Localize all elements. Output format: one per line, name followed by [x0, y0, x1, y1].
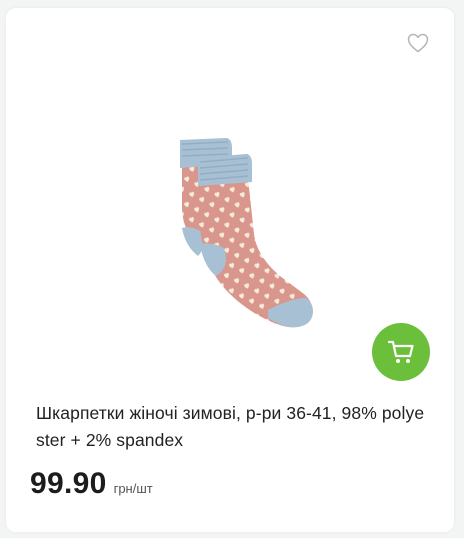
favorite-button[interactable]: [406, 32, 430, 54]
heart-outline-icon: [407, 33, 429, 53]
shopping-cart-icon: [387, 340, 414, 363]
product-card[interactable]: Шкарпетки жіночі зимові, р-ри 36-41, 98%…: [6, 8, 454, 532]
socks-image: [180, 138, 314, 328]
price-block: 99.90 грн/шт: [30, 467, 153, 501]
product-price: 99.90: [30, 467, 107, 500]
price-unit: грн/шт: [113, 481, 153, 496]
product-image[interactable]: [156, 126, 326, 346]
add-to-cart-button[interactable]: [372, 323, 430, 381]
product-title[interactable]: Шкарпетки жіночі зимові, р-ри 36-41, 98%…: [36, 400, 428, 454]
